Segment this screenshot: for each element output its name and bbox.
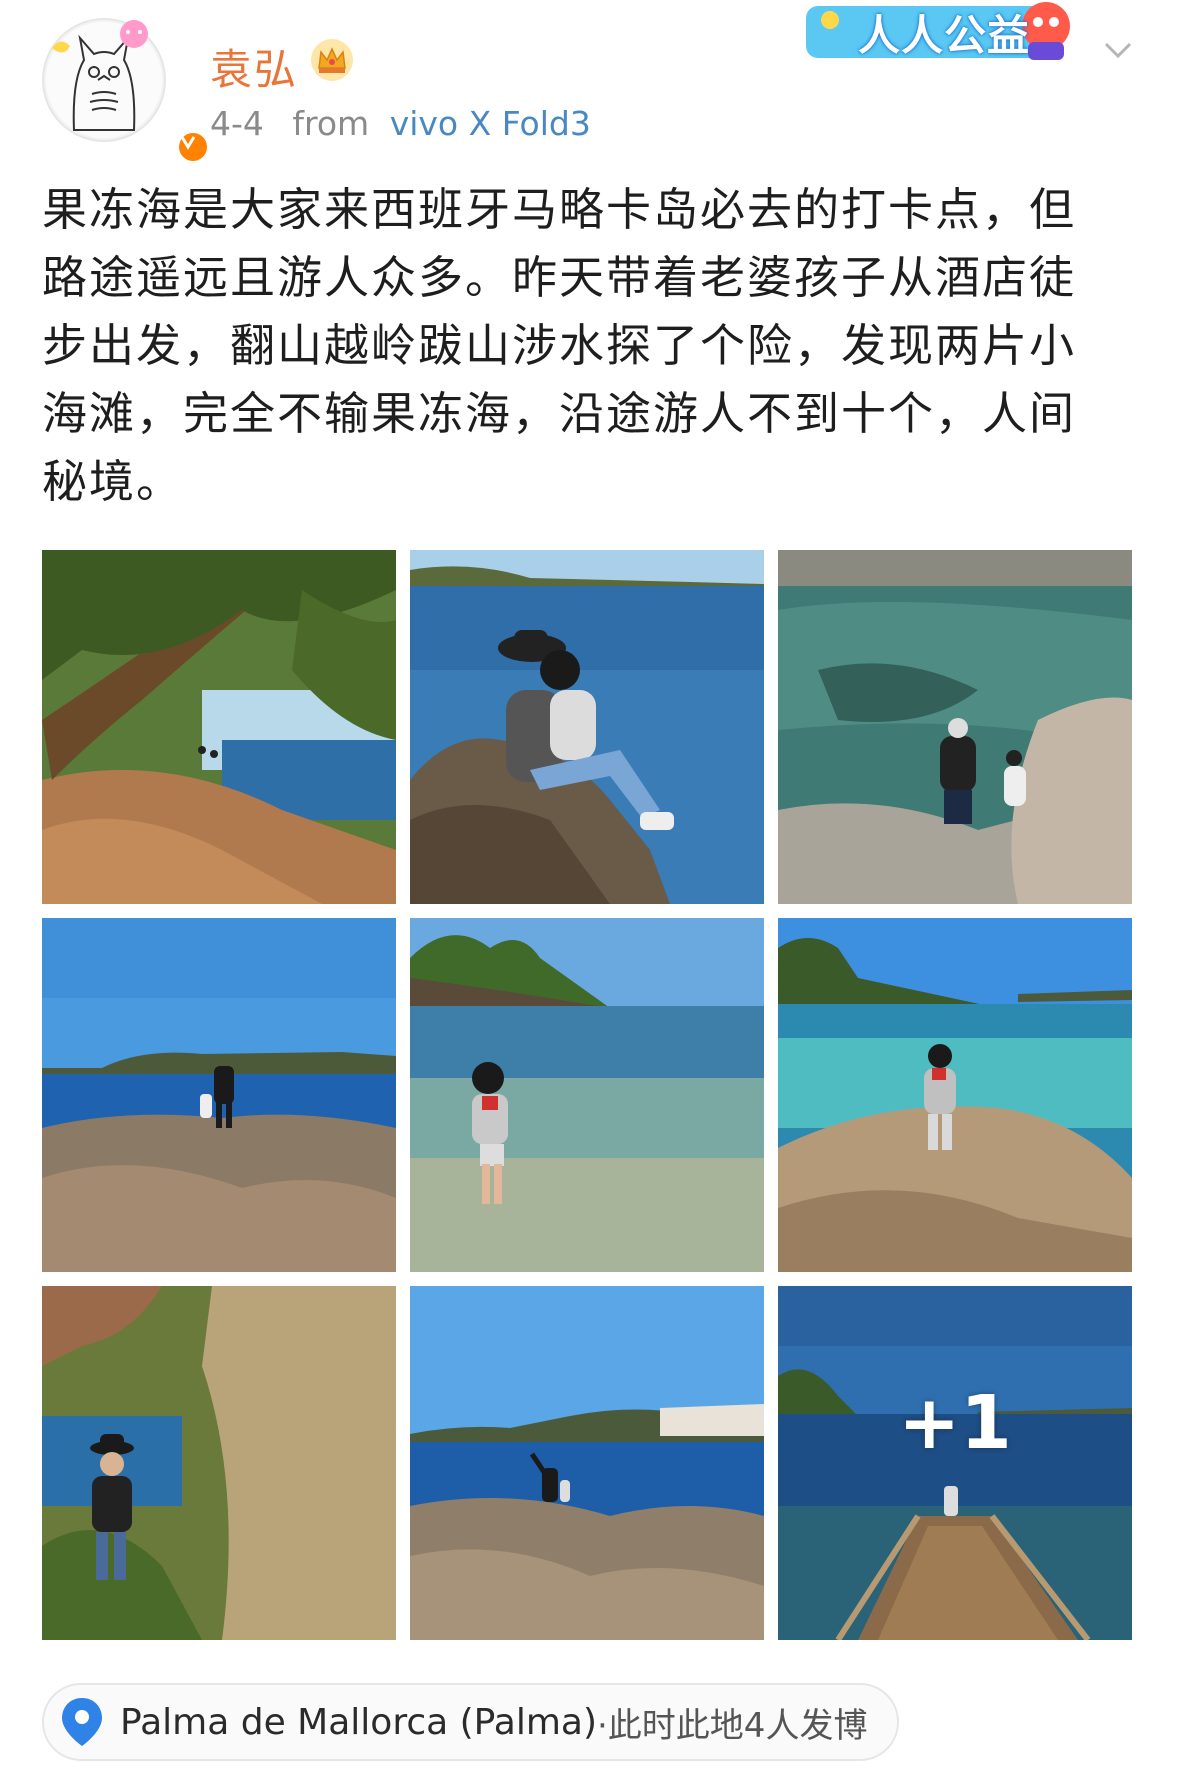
crown-icon[interactable] <box>310 38 354 82</box>
photo-7[interactable] <box>42 1286 396 1640</box>
post-header: 袁弘 4-4 from vivo X Fold3 人人公益 <box>0 0 1179 164</box>
chevron-down-icon[interactable] <box>1100 32 1136 68</box>
post-body-text: 果冻海是大家来西班牙马略卡岛必去的打卡点，但 路途遥远且游人众多。昨天带着老婆孩… <box>42 183 1077 508</box>
photo-2[interactable] <box>410 550 764 904</box>
source-device-link[interactable]: vivo X Fold3 <box>390 104 591 143</box>
photo-1[interactable] <box>42 550 396 904</box>
charity-badge-label: 人人公益 <box>858 11 1031 60</box>
location-extra: ·此时此地4人发博 <box>597 1705 868 1746</box>
avatar[interactable] <box>42 18 210 164</box>
photo-3[interactable] <box>778 550 1132 904</box>
post-date: 4-4 <box>210 104 264 143</box>
username[interactable]: 袁弘 <box>210 36 298 97</box>
post-meta: 4-4 from vivo X Fold3 <box>210 104 591 143</box>
photo-5[interactable] <box>410 918 764 1272</box>
photo-9-more[interactable]: +1 <box>778 1286 1132 1640</box>
photo-6[interactable] <box>778 918 1132 1272</box>
location-chip[interactable]: Palma de Mallorca (Palma) ·此时此地4人发博 <box>42 1683 900 1761</box>
photo-8[interactable] <box>410 1286 764 1640</box>
location-pin-icon <box>62 1698 102 1746</box>
totoro-avatar-icon <box>46 20 162 138</box>
verified-icon <box>176 130 210 164</box>
photo-4[interactable] <box>42 918 396 1272</box>
source-prefix: from <box>292 104 370 143</box>
location-place: Palma de Mallorca (Palma) <box>120 1701 597 1743</box>
photo-grid: +1 <box>42 550 1132 1642</box>
charity-badge[interactable]: 人人公益 <box>806 0 1086 64</box>
